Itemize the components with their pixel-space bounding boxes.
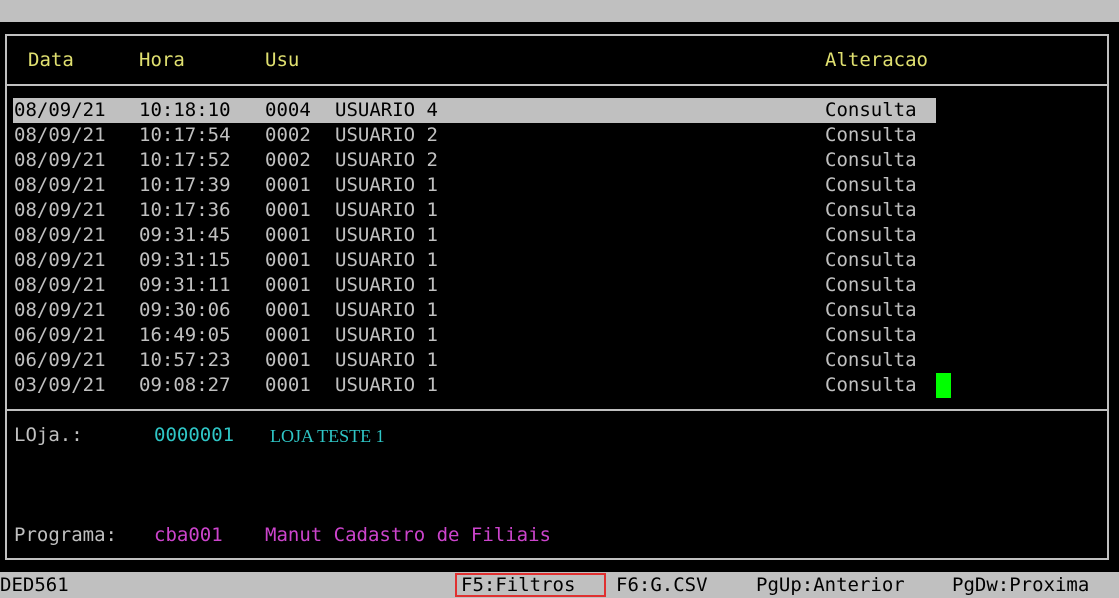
log-row[interactable]: 08/09/21 09:31:45 0001 USUARIO 1 Consulta: [13, 223, 936, 248]
log-row[interactable]: 08/09/21 10:17:36 0001 USUARIO 1 Consulta: [13, 198, 936, 223]
log-cell-user: USUARIO 4: [335, 99, 438, 121]
log-cell-date: 08/09/21: [14, 149, 106, 171]
log-cell-date: 08/09/21: [14, 249, 106, 271]
log-cell-time: 09:30:06: [139, 299, 231, 321]
pgup-previous-key[interactable]: PgUp:Anterior: [756, 572, 905, 597]
log-cell-date: 08/09/21: [14, 199, 106, 221]
log-cell-change: Consulta: [825, 249, 917, 271]
store-label: LOja.:: [14, 424, 83, 446]
log-cell-user: USUARIO 1: [335, 174, 438, 196]
log-cell-date: 08/09/21: [14, 99, 106, 121]
log-cell-change: Consulta: [825, 374, 917, 396]
log-cell-code: 0001: [265, 349, 311, 371]
log-cell-time: 10:57:23: [139, 349, 231, 371]
program-code: cba001: [154, 524, 223, 546]
program-description: Manut Cadastro de Filiais: [265, 524, 551, 546]
log-cell-user: USUARIO 1: [335, 299, 438, 321]
log-cell-date: 08/09/21: [14, 274, 106, 296]
log-cell-user: USUARIO 2: [335, 149, 438, 171]
log-cell-code: 0001: [265, 174, 311, 196]
log-cell-change: Consulta: [825, 174, 917, 196]
log-row[interactable]: 08/09/21 10:17:52 0002 USUARIO 2 Consulta: [13, 148, 936, 173]
log-cell-date: 03/09/21: [14, 374, 106, 396]
log-cell-user: USUARIO 1: [335, 349, 438, 371]
log-cell-date: 08/09/21: [14, 224, 106, 246]
log-cell-change: Consulta: [825, 124, 917, 146]
log-cell-code: 0001: [265, 299, 311, 321]
column-header-hora: Hora: [139, 49, 185, 71]
function-key-bar: DED561 F5:Filtros F6:G.CSV PgUp:Anterior…: [0, 572, 1119, 598]
log-cell-time: 10:17:39: [139, 174, 231, 196]
column-header-usu: Usu: [265, 49, 300, 71]
screen-id: DED561: [0, 574, 69, 596]
column-header-data: Data: [28, 49, 74, 71]
log-cell-date: 06/09/21: [14, 324, 106, 346]
log-cell-change: Consulta: [825, 224, 917, 246]
log-cell-time: 10:18:10: [139, 99, 231, 121]
log-cell-code: 0001: [265, 374, 311, 396]
log-row[interactable]: 08/09/21 10:17:39 0001 USUARIO 1 Consulta: [13, 173, 936, 198]
log-cell-time: 10:17:52: [139, 149, 231, 171]
log-cell-time: 16:49:05: [139, 324, 231, 346]
log-cell-change: Consulta: [825, 349, 917, 371]
log-cell-time: 09:31:11: [139, 274, 231, 296]
log-row[interactable]: 08/09/21 10:17:54 0002 USUARIO 2 Consulta: [13, 123, 936, 148]
log-cell-date: 08/09/21: [14, 174, 106, 196]
log-row[interactable]: 08/09/21 09:30:06 0001 USUARIO 1 Consulta: [13, 298, 936, 323]
log-row[interactable]: 08/09/21 09:31:15 0001 USUARIO 1 Consulta: [13, 248, 936, 273]
log-cell-time: 09:08:27: [139, 374, 231, 396]
log-cell-change: Consulta: [825, 299, 917, 321]
log-cell-user: USUARIO 1: [335, 324, 438, 346]
log-cell-code: 0001: [265, 224, 311, 246]
log-cell-time: 10:17:36: [139, 199, 231, 221]
log-cell-change: Consulta: [825, 274, 917, 296]
log-cell-change: Consulta: [825, 324, 917, 346]
terminal-screen: Data Hora Usu Alteracao 08/09/21 10:18:10…: [0, 22, 1119, 572]
log-row[interactable]: 06/09/21 10:57:23 0001 USUARIO 1 Consulta: [13, 348, 936, 373]
log-cell-user: USUARIO 2: [335, 124, 438, 146]
log-cell-user: USUARIO 1: [335, 249, 438, 271]
log-cell-user: USUARIO 1: [335, 274, 438, 296]
log-row[interactable]: 08/09/21 10:18:10 0004 USUARIO 4 Consulta: [13, 98, 936, 123]
log-cell-code: 0004: [265, 99, 311, 121]
f6-csv-key[interactable]: F6:G.CSV: [616, 572, 708, 597]
log-row[interactable]: 03/09/21 09:08:27 0001 USUARIO 1 Consulta: [13, 373, 936, 398]
log-cell-change: Consulta: [825, 99, 917, 121]
log-cell-time: 09:31:45: [139, 224, 231, 246]
list-divider: [5, 409, 1109, 411]
log-cell-date: 08/09/21: [14, 124, 106, 146]
log-cell-code: 0002: [265, 124, 311, 146]
program-label: Programa:: [14, 524, 117, 546]
log-cell-user: USUARIO 1: [335, 224, 438, 246]
log-cell-date: 06/09/21: [14, 349, 106, 371]
column-header-alteracao: Alteracao: [825, 49, 928, 71]
header-divider: [5, 84, 1109, 86]
log-cell-time: 10:17:54: [139, 124, 231, 146]
log-cell-change: Consulta: [825, 149, 917, 171]
log-cell-code: 0002: [265, 149, 311, 171]
log-cell-change: Consulta: [825, 199, 917, 221]
text-cursor: [936, 373, 951, 398]
log-cell-user: USUARIO 1: [335, 199, 438, 221]
log-cell-time: 09:31:15: [139, 249, 231, 271]
store-name: LOJA TESTE 1: [270, 426, 385, 446]
log-cell-code: 0001: [265, 274, 311, 296]
pgdw-next-key[interactable]: PgDw:Proxima: [952, 572, 1089, 597]
log-cell-user: USUARIO 1: [335, 374, 438, 396]
log-row[interactable]: 08/09/21 09:31:11 0001 USUARIO 1 Consulta: [13, 273, 936, 298]
log-cell-code: 0001: [265, 249, 311, 271]
log-cell-code: 0001: [265, 199, 311, 221]
log-row[interactable]: 06/09/21 16:49:05 0001 USUARIO 1 Consulta: [13, 323, 936, 348]
f5-filters-key[interactable]: F5:Filtros: [461, 572, 575, 597]
log-cell-date: 08/09/21: [14, 299, 106, 321]
store-code: 0000001: [154, 424, 235, 446]
log-cell-code: 0001: [265, 324, 311, 346]
